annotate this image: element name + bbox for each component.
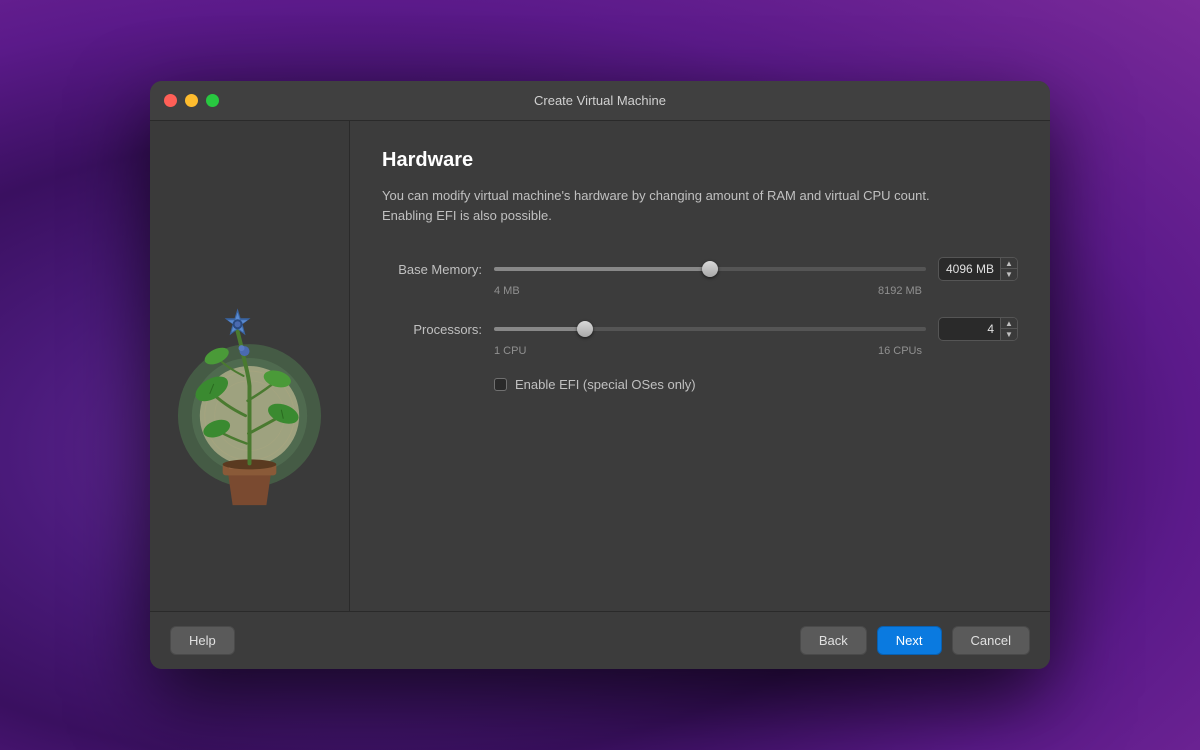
minimize-button[interactable]: [185, 94, 198, 107]
main-window: Create Virtual Machine: [150, 81, 1050, 669]
close-button[interactable]: [164, 94, 177, 107]
processors-range-labels: 1 CPU 16 CPUs: [494, 345, 1018, 357]
description-text: You can modify virtual machine's hardwar…: [382, 186, 1018, 225]
efi-label: Enable EFI (special OSes only): [515, 377, 696, 392]
processors-increment[interactable]: ▲: [1001, 318, 1017, 329]
base-memory-stepper: ▲ ▼: [1000, 258, 1017, 280]
base-memory-row: Base Memory: 4096 MB ▲ ▼: [382, 257, 1018, 281]
sidebar: [150, 121, 350, 611]
base-memory-increment[interactable]: ▲: [1001, 258, 1017, 269]
base-memory-slider-container: [494, 267, 926, 271]
processors-slider-container: [494, 327, 926, 331]
base-memory-decrement[interactable]: ▼: [1001, 269, 1017, 280]
maximize-button[interactable]: [206, 94, 219, 107]
description-line1: You can modify virtual machine's hardwar…: [382, 188, 930, 203]
back-button[interactable]: Back: [800, 626, 867, 655]
description-line2: Enabling EFI is also possible.: [382, 208, 552, 223]
processors-decrement[interactable]: ▼: [1001, 329, 1017, 340]
processors-value-wrapper: 4 ▲ ▼: [938, 317, 1018, 341]
footer: Help Back Next Cancel: [150, 611, 1050, 669]
processors-min-label: 1 CPU: [494, 345, 526, 357]
footer-left: Help: [170, 626, 235, 655]
footer-right: Back Next Cancel: [800, 626, 1030, 655]
base-memory-max-label: 8192 MB: [878, 285, 922, 297]
processors-row: Processors: 4 ▲ ▼: [382, 317, 1018, 341]
efi-checkbox[interactable]: [494, 378, 507, 391]
processors-label: Processors:: [382, 322, 482, 337]
titlebar: Create Virtual Machine: [150, 81, 1050, 121]
section-title: Hardware: [382, 149, 1018, 172]
window-title: Create Virtual Machine: [534, 93, 666, 108]
processors-stepper: ▲ ▼: [1000, 318, 1017, 340]
processors-value: 4: [939, 319, 1000, 339]
processors-max-label: 16 CPUs: [878, 345, 922, 357]
window-content: Hardware You can modify virtual machine'…: [150, 121, 1050, 611]
base-memory-slider[interactable]: [494, 267, 926, 271]
main-content-area: Hardware You can modify virtual machine'…: [350, 121, 1050, 611]
window-controls: [164, 94, 219, 107]
processors-slider[interactable]: [494, 327, 926, 331]
efi-row: Enable EFI (special OSes only): [494, 377, 1018, 392]
next-button[interactable]: Next: [877, 626, 942, 655]
base-memory-min-label: 4 MB: [494, 285, 520, 297]
base-memory-label: Base Memory:: [382, 262, 482, 277]
sidebar-illustration: [170, 176, 329, 556]
base-memory-value: 4096 MB: [939, 259, 1000, 279]
help-button[interactable]: Help: [170, 626, 235, 655]
base-memory-value-wrapper: 4096 MB ▲ ▼: [938, 257, 1018, 281]
base-memory-range-labels: 4 MB 8192 MB: [494, 285, 1018, 297]
cancel-button[interactable]: Cancel: [952, 626, 1030, 655]
